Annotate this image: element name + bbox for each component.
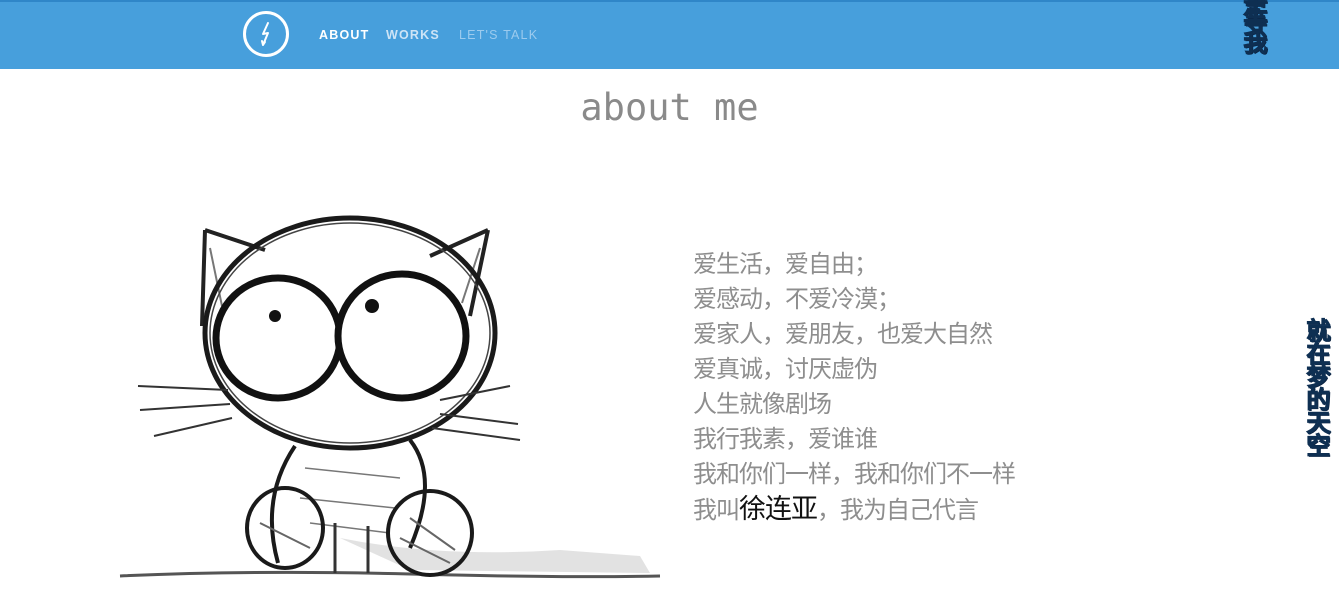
bio-line-name: 我叫徐连亚，我为自己代言 [693, 492, 1015, 528]
bio-line: 我和你们一样，我和你们不一样 [693, 460, 1016, 488]
floating-vertical-text-top: 事等我 [1239, 0, 1268, 53]
page-title: about me [580, 86, 759, 129]
top-navbar: ABOUT WORKS LET'S TALK [0, 0, 1339, 69]
author-name: 徐连亚 [739, 494, 818, 525]
bio-line: 我行我素，爱谁谁 [693, 425, 878, 453]
bio-line: 爱真诚，讨厌虚伪 [693, 355, 878, 383]
bio-line: 爱家人，爱朋友，也爱大自然 [693, 320, 993, 348]
bio-name-prefix: 我叫 [693, 496, 740, 524]
logo-lightning-icon[interactable] [243, 11, 289, 57]
nav-lets-talk-link[interactable]: LET'S TALK [459, 28, 538, 42]
bio-line: 爱生活，爱自由； [693, 250, 878, 278]
nav-about-link[interactable]: ABOUT [319, 28, 369, 42]
nav-works-link[interactable]: WORKS [386, 28, 440, 42]
bio-line: 人生就像剧场 [693, 390, 832, 418]
floating-vertical-text-right: 就在梦的天空 [1302, 318, 1331, 457]
bio-name-suffix: ，我为自己代言 [817, 496, 979, 524]
bio-text: 爱生活，爱自由； 爱感动，不爱冷漠； 爱家人，爱朋友，也爱大自然 爱真诚，讨厌虚… [693, 247, 1016, 528]
bio-line: 爱感动，不爱冷漠； [693, 285, 901, 313]
cat-sketch-image [119, 215, 661, 579]
